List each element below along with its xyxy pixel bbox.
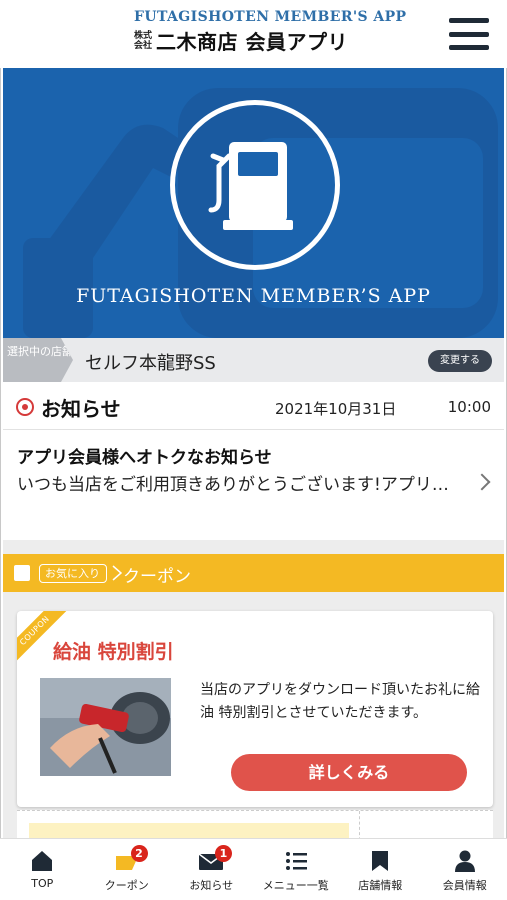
store-name: セルフ本龍野SS <box>85 353 216 374</box>
news-item-body: いつも当店をご利用頂きありがとうございます!アプリ… <box>17 475 449 495</box>
coupon-detail-button[interactable]: 詳しくみる <box>231 754 467 791</box>
hamburger-menu-icon[interactable] <box>449 18 489 50</box>
coupon-list: COUPON 給油 特別割引 当店のアプリをダウンロード頂いたお礼に給油 特別割… <box>3 592 504 838</box>
coupon-image <box>40 678 171 776</box>
checkbox-icon[interactable] <box>14 565 30 581</box>
member-icon <box>454 850 475 872</box>
target-icon <box>16 398 34 416</box>
change-store-button[interactable]: 変更する <box>428 350 492 372</box>
news-count-badge: 1 <box>215 845 232 862</box>
section-divider <box>3 540 504 554</box>
coupon-section-label: クーポン <box>123 567 191 587</box>
nav-label-store-info: 店舗情報 <box>358 879 403 892</box>
arrow-right-icon <box>112 565 123 581</box>
coupon-count-badge: 2 <box>130 845 148 862</box>
nav-label-top: TOP <box>31 877 54 890</box>
nav-member-info[interactable]: 会員情報 <box>423 839 507 900</box>
company-type: 株式会社 <box>134 30 153 51</box>
app-logo[interactable]: FUTAGISHOTEN MEMBER'S APP 株式会社 二木商店 会員アプ… <box>134 9 407 55</box>
news-time: 10:00 <box>447 398 491 416</box>
app-name-en: FUTAGISHOTEN MEMBER'S APP <box>134 9 407 25</box>
app-name-jp: 二木商店 会員アプリ <box>156 30 348 54</box>
coupon-card-next[interactable] <box>17 810 493 838</box>
nav-coupon[interactable]: 2 クーポン <box>85 839 170 900</box>
news-item-title: アプリ会員様へオトクなお知らせ <box>17 448 272 468</box>
selected-store-tag: 選択中の店舗 <box>3 338 73 382</box>
bottom-navigation: TOP 2 クーポン 1 お知らせ メニュー一覧 店舗情報 会員情報 <box>0 838 507 900</box>
store-icon <box>372 851 389 871</box>
app-header: FUTAGISHOTEN MEMBER'S APP 株式会社 二木商店 会員アプ… <box>0 0 507 68</box>
nav-label-news: お知らせ <box>189 879 234 892</box>
news-header: お知らせ 2021年10月31日 10:00 <box>3 382 504 430</box>
nav-store-info[interactable]: 店舗情報 <box>338 839 423 900</box>
fuel-pump-icon <box>208 142 293 230</box>
nav-label-coupon: クーポン <box>104 879 149 892</box>
chevron-right-icon <box>473 473 491 491</box>
hero-title: FUTAGISHOTEN MEMBER’S APP <box>76 285 431 307</box>
news-list-item[interactable]: アプリ会員様へオトクなお知らせ いつも当店をご利用頂きありがとうございます!アプ… <box>3 430 504 540</box>
coupon-card-next-strip <box>29 823 349 838</box>
home-icon <box>32 851 53 871</box>
nav-label-menu-list: メニュー一覧 <box>262 879 329 892</box>
nav-news[interactable]: 1 お知らせ <box>169 839 254 900</box>
coupon-card[interactable]: COUPON 給油 特別割引 当店のアプリをダウンロード頂いたお礼に給油 特別割… <box>17 611 493 807</box>
nav-menu-list[interactable]: メニュー一覧 <box>254 839 339 900</box>
news-section-title: お知らせ <box>41 397 121 421</box>
coupon-card-next-divider <box>359 811 360 838</box>
nav-label-member-info: 会員情報 <box>442 879 487 892</box>
coupon-section-header: お気に入り クーポン <box>3 554 504 592</box>
selected-store-bar: 選択中の店舗 セルフ本龍野SS 変更する <box>3 338 504 382</box>
nav-top[interactable]: TOP <box>0 839 85 900</box>
hero-banner: FUTAGISHOTEN MEMBER’S APP <box>3 68 504 338</box>
coupon-description: 当店のアプリをダウンロード頂いたお礼に給油 特別割引とさせていただきます。 <box>200 682 480 721</box>
favorite-badge[interactable]: お気に入り <box>39 564 107 583</box>
coupon-title: 給油 特別割引 <box>53 641 174 663</box>
menu-list-icon <box>285 852 307 870</box>
news-date: 2021年10月31日 <box>275 400 397 418</box>
